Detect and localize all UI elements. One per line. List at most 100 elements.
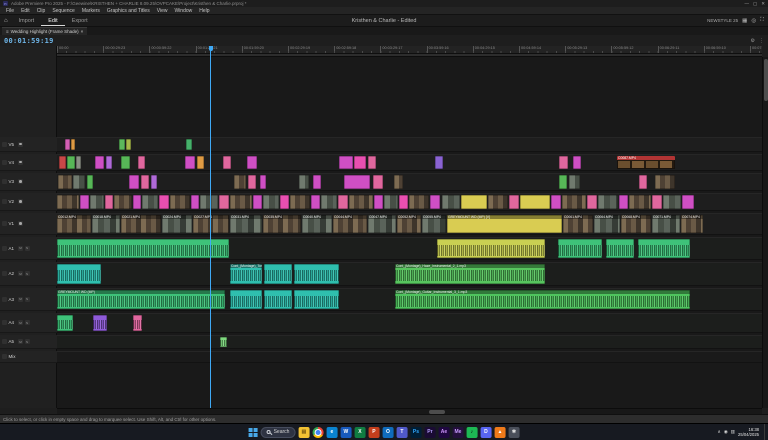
clip[interactable]: C0021.MP4 [121,215,161,233]
menu-item-view[interactable]: View [157,8,168,14]
clip[interactable] [587,195,597,209]
volume-icon[interactable]: ◉ [724,429,728,435]
clip[interactable] [142,195,158,209]
clip[interactable] [57,195,79,209]
clip[interactable] [73,175,85,189]
vertical-scrollbar-handle[interactable] [764,59,768,101]
tab-edit[interactable]: Edit [41,15,64,26]
clip[interactable] [219,195,229,209]
horizontal-scrollbar-handle[interactable] [429,410,445,414]
track-header-v5[interactable]: V5 [0,137,57,152]
clip[interactable] [509,195,519,209]
clip[interactable] [321,195,337,209]
close-icon[interactable]: ✕ [761,1,765,7]
clip[interactable] [399,195,408,209]
vlc-icon[interactable]: ▲ [494,427,505,438]
track-lock-icon[interactable] [2,199,7,204]
clip[interactable] [65,139,70,150]
clip[interactable] [394,175,403,189]
clip[interactable] [280,195,289,209]
clip[interactable] [248,175,256,189]
clip[interactable] [230,290,262,309]
clip[interactable] [682,195,694,209]
photoshop-icon[interactable]: Ps [410,427,421,438]
excel-icon[interactable]: X [354,427,365,438]
clip[interactable] [223,156,231,169]
clip[interactable] [338,195,348,209]
home-icon[interactable]: ⌂ [4,18,8,24]
track-output-toggle-icon[interactable] [18,142,23,147]
track-lane-v2[interactable] [57,193,762,211]
track-lane-a1[interactable] [57,237,762,260]
clip[interactable] [57,264,101,284]
minimize-icon[interactable]: — [744,1,749,7]
clip[interactable] [106,156,112,169]
clip[interactable] [191,195,199,209]
clip[interactable] [58,175,72,189]
clip[interactable] [129,175,139,189]
spotify-icon[interactable]: ♪ [466,427,477,438]
clip[interactable]: C0061.MP4 [563,215,593,233]
clip[interactable] [230,195,252,209]
clip[interactable] [619,195,628,209]
mute-button[interactable]: M [18,246,23,251]
file-explorer-icon[interactable]: ▤ [298,427,309,438]
word-icon[interactable]: W [340,427,351,438]
fullscreen-icon[interactable]: ⛶ [760,17,764,24]
powerpoint-icon[interactable]: P [368,427,379,438]
track-lane-a4[interactable] [57,313,762,333]
clip[interactable] [141,175,149,189]
track-lock-icon[interactable] [2,221,7,226]
network-icon[interactable]: ▥ [731,429,735,435]
premiere-icon[interactable]: Pr [424,427,435,438]
track-lock-icon[interactable] [2,339,7,344]
clip[interactable] [170,195,190,209]
timeline-tracks-content[interactable]: C0087.MP4 C0012.MP4C0018.MP4C0021.MP4C002… [57,57,762,408]
media-encoder-icon[interactable]: Me [452,427,463,438]
track-lane-v5[interactable] [57,137,762,152]
track-lane-mix[interactable] [57,351,762,363]
clip[interactable] [105,195,113,209]
track-lane-v4[interactable]: C0087.MP4 [57,154,762,171]
tab-export[interactable]: Export [65,15,95,26]
clip[interactable] [138,156,145,169]
edge-icon[interactable]: e [326,427,337,438]
tab-import[interactable]: Import [12,15,42,26]
clip[interactable] [639,175,647,189]
clip[interactable] [638,239,690,258]
clip[interactable] [264,290,292,309]
clip[interactable] [349,195,373,209]
clip[interactable] [114,195,132,209]
clip[interactable]: C0035.MP4 [263,215,301,233]
track-lane-a3[interactable]: GREYMOUNT WD (MP)Cont_(Montage)_Guitar_I… [57,288,762,311]
taskbar-clock[interactable]: 16:38 25/04/2025 [738,427,759,437]
clip[interactable] [354,156,366,169]
clip[interactable] [311,195,320,209]
clip[interactable] [80,195,89,209]
track-header-a5[interactable]: A5MS [0,335,57,349]
clip[interactable]: C0064.MP4 [594,215,620,233]
clip[interactable]: C0052.MP4 [397,215,421,233]
chrome-icon[interactable] [312,427,323,438]
clip[interactable] [368,156,376,169]
clip[interactable]: C0068.MP4 [621,215,651,233]
menu-item-sequence[interactable]: Sequence [52,8,75,14]
solo-button[interactable]: S [25,246,30,251]
clip[interactable] [260,175,266,189]
tray-chevron-icon[interactable]: ∧ [718,429,721,435]
track-lock-icon[interactable] [2,246,7,251]
clip[interactable] [126,139,131,150]
clip[interactable] [294,290,339,309]
clip[interactable]: C0044.MP4 [333,215,367,233]
clip[interactable] [59,156,66,169]
clip[interactable]: C0071.MP4 [652,215,680,233]
track-lock-icon[interactable] [2,320,7,325]
clip[interactable] [253,195,262,209]
mute-button[interactable]: M [18,320,23,325]
clip[interactable]: Cont_(Montage)_Haze_Instrumental_2_1.mp3 [395,264,545,284]
track-lane-v1[interactable]: C0012.MP4C0018.MP4C0021.MP4C0024.MP4C002… [57,213,762,235]
clip[interactable] [551,195,561,209]
clip[interactable] [373,175,383,189]
menu-item-edit[interactable]: Edit [21,8,30,14]
clip[interactable] [121,156,130,169]
